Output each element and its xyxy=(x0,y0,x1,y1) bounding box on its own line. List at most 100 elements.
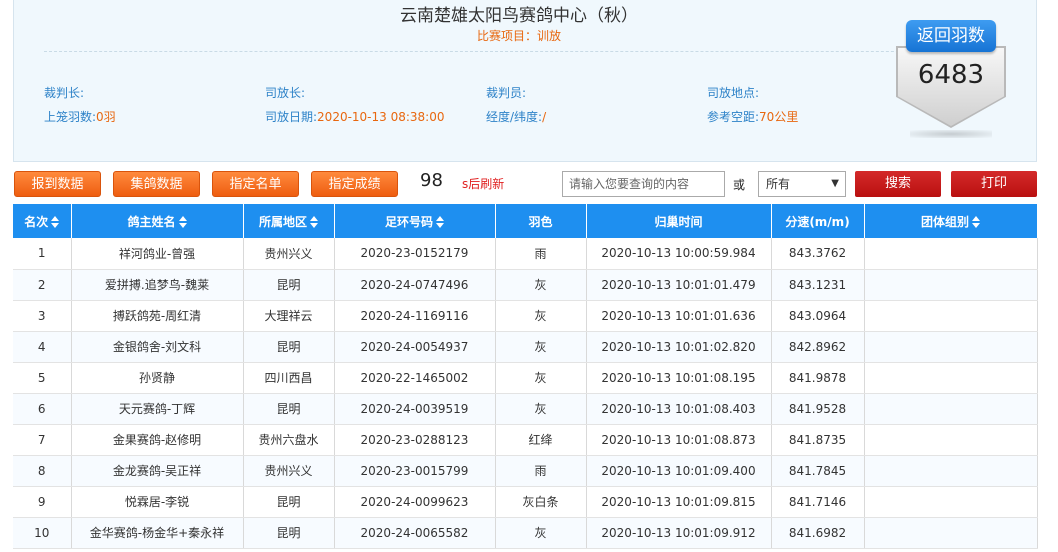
filter-select-value: 所有 xyxy=(766,177,791,191)
cell-owner: 金龙赛鸽-吴正祥 xyxy=(71,455,244,487)
cell-rank: 9 xyxy=(13,486,72,518)
return-count-badge: 返回羽数 6483 xyxy=(896,18,1006,138)
search-button[interactable]: 搜索 xyxy=(855,171,941,197)
cell-group xyxy=(864,300,1038,332)
cell-region: 贵州兴义 xyxy=(243,238,335,270)
cell-owner: 金银鸽舍-刘文科 xyxy=(71,331,244,363)
cell-speed: 841.8735 xyxy=(771,424,865,456)
designated-results-button[interactable]: 指定成绩 xyxy=(311,171,398,197)
cell-speed: 843.1231 xyxy=(771,269,865,301)
cell-rank: 5 xyxy=(13,362,72,394)
cell-speed: 841.7146 xyxy=(771,486,865,518)
cell-ring: 2020-23-0288123 xyxy=(334,424,496,456)
cell-rank: 8 xyxy=(13,455,72,487)
sort-icon[interactable] xyxy=(51,216,60,228)
cell-arrival-time: 2020-10-13 10:01:08.873 xyxy=(586,424,772,456)
cell-ring: 2020-24-0054937 xyxy=(334,331,496,363)
cell-region: 昆明 xyxy=(243,486,335,518)
release-date-label: 司放日期: xyxy=(265,110,318,124)
divider xyxy=(44,51,944,52)
cell-arrival-time: 2020-10-13 10:01:09.400 xyxy=(586,455,772,487)
cell-group xyxy=(864,269,1038,301)
table-row: 7 金果赛鸽-赵修明 贵州六盘水 2020-23-0288123 红绛 2020-10-1… xyxy=(13,424,1038,456)
cell-arrival-time: 2020-10-13 10:01:01.479 xyxy=(586,269,772,301)
sort-icon[interactable] xyxy=(178,216,187,228)
cell-rank: 1 xyxy=(13,238,72,270)
cell-region: 贵州兴义 xyxy=(243,455,335,487)
release-location-label: 司放地点: xyxy=(707,86,760,100)
coords-label: 经度/纬度: xyxy=(486,110,543,124)
cell-color: 灰 xyxy=(495,393,587,425)
cell-group xyxy=(864,517,1038,549)
col-header-ring[interactable]: 足环号码 xyxy=(334,204,496,238)
table-row: 5 孙贤静 四川西昌 2020-22-1465002 灰 2020-10-13 10:01… xyxy=(13,362,1038,394)
sort-icon[interactable] xyxy=(310,216,318,228)
cell-ring: 2020-24-0747496 xyxy=(334,269,496,301)
cell-region: 四川西昌 xyxy=(243,362,335,394)
cell-speed: 843.3762 xyxy=(771,238,865,270)
cell-speed: 843.0964 xyxy=(771,300,865,332)
cell-owner: 金华赛鸽-杨金华+秦永祥 xyxy=(71,517,244,549)
col-header-color: 羽色 xyxy=(495,204,587,238)
cell-rank: 6 xyxy=(13,393,72,425)
cell-ring: 2020-24-0099623 xyxy=(334,486,496,518)
cell-arrival-time: 2020-10-13 10:01:08.403 xyxy=(586,393,772,425)
cell-region: 昆明 xyxy=(243,517,335,549)
info-loft-count: 上笼羽数:0羽 xyxy=(44,108,116,125)
cell-owner: 金果赛鸽-赵修明 xyxy=(71,424,244,456)
cell-arrival-time: 2020-10-13 10:01:09.912 xyxy=(586,517,772,549)
results-table: 名次 鸽主姓名 所属地区 足环号码 羽色 归巢时间 分速(m/m) 团体组别 1… xyxy=(13,204,1038,549)
table-header-row: 名次 鸽主姓名 所属地区 足环号码 羽色 归巢时间 分速(m/m) 团体组别 xyxy=(13,204,1038,238)
cell-color: 灰白条 xyxy=(495,486,587,518)
filter-select[interactable]: 所有 ▼ xyxy=(758,171,846,197)
sort-icon[interactable] xyxy=(436,216,444,228)
designated-list-button[interactable]: 指定名单 xyxy=(212,171,299,197)
cell-rank: 2 xyxy=(13,269,72,301)
table-row: 6 天元赛鸽-丁辉 昆明 2020-24-0039519 灰 2020-10-13 10:… xyxy=(13,393,1038,425)
arrival-data-button[interactable]: 报到数据 xyxy=(14,171,101,197)
cell-arrival-time: 2020-10-13 10:00:59.984 xyxy=(586,238,772,270)
chevron-down-icon: ▼ xyxy=(831,178,839,189)
cell-region: 昆明 xyxy=(243,331,335,363)
cell-group xyxy=(864,331,1038,363)
sort-icon[interactable] xyxy=(972,216,980,228)
cell-owner: 孙贤静 xyxy=(71,362,244,394)
toolbar: 报到数据 集鸽数据 指定名单 指定成绩 98 s后刷新 或 所有 ▼ 搜索 打印 xyxy=(0,168,1058,198)
cell-arrival-time: 2020-10-13 10:01:02.820 xyxy=(586,331,772,363)
col-header-region[interactable]: 所属地区 xyxy=(243,204,335,238)
info-release-location: 司放地点: xyxy=(707,84,759,101)
cell-color: 灰 xyxy=(495,331,587,363)
col-header-arrival-time: 归巢时间 xyxy=(586,204,772,238)
cell-arrival-time: 2020-10-13 10:01:01.636 xyxy=(586,300,772,332)
releaser-label: 司放长: xyxy=(265,86,306,100)
table-row: 10 金华赛鸽-杨金华+秦永祥 昆明 2020-24-0065582 灰 2020-10-… xyxy=(13,517,1038,549)
cell-group xyxy=(864,424,1038,456)
cell-owner: 爱拼搏.追梦鸟-魏莱 xyxy=(71,269,244,301)
coords-value: / xyxy=(542,110,547,124)
cell-arrival-time: 2020-10-13 10:01:08.195 xyxy=(586,362,772,394)
table-row: 8 金龙赛鸽-吴正祥 贵州兴义 2020-23-0015799 雨 2020-10-13 … xyxy=(13,455,1038,487)
cell-color: 红绛 xyxy=(495,424,587,456)
info-referee: 裁判长: xyxy=(44,84,84,101)
cell-speed: 841.7845 xyxy=(771,455,865,487)
cell-group xyxy=(864,455,1038,487)
col-header-owner[interactable]: 鸽主姓名 xyxy=(71,204,244,238)
refresh-countdown: 98 xyxy=(420,170,443,191)
cell-ring: 2020-23-0152179 xyxy=(334,238,496,270)
collect-data-button[interactable]: 集鸽数据 xyxy=(113,171,200,197)
col-header-group[interactable]: 团体组别 xyxy=(864,204,1038,238)
cell-region: 昆明 xyxy=(243,393,335,425)
cell-color: 灰 xyxy=(495,300,587,332)
cell-rank: 7 xyxy=(13,424,72,456)
table-row: 3 搏跃鸽苑-周红清 大理祥云 2020-24-1169116 灰 2020-10-13 … xyxy=(13,300,1038,332)
return-count-label: 返回羽数 xyxy=(906,20,996,52)
print-button[interactable]: 打印 xyxy=(951,171,1037,197)
race-type: 比赛项目：训放 xyxy=(476,29,561,43)
cell-speed: 841.9528 xyxy=(771,393,865,425)
cell-region: 昆明 xyxy=(243,269,335,301)
cell-owner: 祥河鸽业-曾强 xyxy=(71,238,244,270)
col-header-rank[interactable]: 名次 xyxy=(13,204,72,238)
cell-color: 灰 xyxy=(495,269,587,301)
refresh-countdown-text: s后刷新 xyxy=(462,177,505,191)
search-input[interactable] xyxy=(562,171,725,197)
